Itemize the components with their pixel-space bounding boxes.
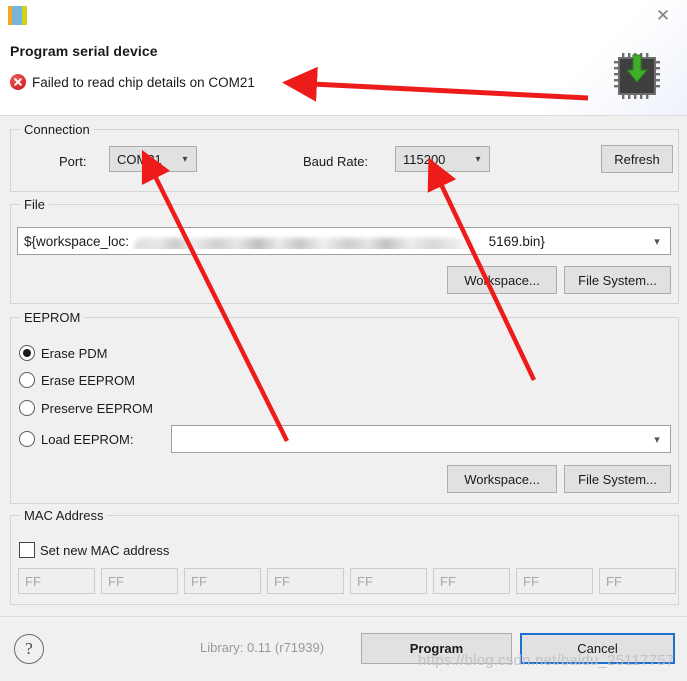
radio-preserve-eeprom[interactable] <box>19 400 35 416</box>
port-label: Port: <box>59 154 87 169</box>
eeprom-group-title: EEPROM <box>20 310 85 325</box>
load-eeprom-combo[interactable]: ▾ <box>171 425 671 453</box>
connection-group-title: Connection <box>20 122 94 137</box>
watermark-text: https://blog.csdn.net/baidu_25117757 <box>418 652 675 669</box>
file-group: File ${workspace_loc: 5169.bin} ▾ Worksp… <box>10 197 679 304</box>
mac-address-group-title: MAC Address <box>20 508 108 523</box>
file-path-combo[interactable]: ${workspace_loc: 5169.bin} ▾ <box>17 227 671 255</box>
radio-erase-pdm[interactable] <box>19 345 35 361</box>
page-title: Program serial device <box>10 43 158 59</box>
dialog-footer: ? Library: 0.11 (r71939) Program Cancel <box>0 616 687 681</box>
connection-group: Connection Port: COM21 ▾ Baud Rate: 1152… <box>10 122 679 192</box>
file-path-value: ${workspace_loc: 5169.bin} <box>18 234 644 249</box>
eeprom-option-erase-pdm[interactable]: Erase PDM <box>19 345 107 361</box>
dialog-header: ✕ Program serial device Failed to read c… <box>0 0 687 116</box>
port-value: COM21 <box>117 151 162 167</box>
status-text: Failed to read chip details on COM21 <box>32 74 255 90</box>
error-circle-icon <box>10 74 26 90</box>
redacted-path-blur <box>134 237 479 249</box>
set-new-mac-checkbox-row[interactable]: Set new MAC address <box>19 542 169 558</box>
chevron-down-icon: ▾ <box>475 153 481 165</box>
set-new-mac-label: Set new MAC address <box>40 542 170 558</box>
mac-octet-field[interactable]: FF <box>184 568 261 594</box>
eeprom-workspace-button[interactable]: Workspace... <box>447 465 557 493</box>
radio-load-eeprom[interactable] <box>19 431 35 447</box>
eeprom-option-label: Preserve EEPROM <box>41 400 153 416</box>
file-path-prefix: ${workspace_loc: <box>24 233 130 249</box>
status-message: Failed to read chip details on COM21 <box>10 74 255 90</box>
baud-rate-select[interactable]: 115200 ▾ <box>395 146 490 172</box>
eeprom-option-preserve-eeprom[interactable]: Preserve EEPROM <box>19 400 153 416</box>
radio-erase-eeprom[interactable] <box>19 372 35 388</box>
mac-octet-field[interactable]: FF <box>599 568 676 594</box>
question-mark-icon[interactable]: ? <box>14 634 44 664</box>
eeprom-option-label: Erase PDM <box>41 345 108 361</box>
baud-rate-label: Baud Rate: <box>303 154 369 169</box>
refresh-button[interactable]: Refresh <box>601 145 673 173</box>
library-version-text: Library: 0.11 (r71939) <box>200 640 325 655</box>
mac-address-group: MAC Address Set new MAC address FF FF FF… <box>10 508 679 605</box>
mac-octet-field[interactable]: FF <box>516 568 593 594</box>
eeprom-group: EEPROM Erase PDM Erase EEPROM Preserve E… <box>10 310 679 504</box>
mac-octet-field[interactable]: FF <box>101 568 178 594</box>
mac-octet-field[interactable]: FF <box>18 568 95 594</box>
chevron-down-icon: ▾ <box>182 153 188 165</box>
baud-rate-value: 115200 <box>403 151 446 167</box>
mac-octet-field[interactable]: FF <box>267 568 344 594</box>
mac-octet-field[interactable]: FF <box>433 568 510 594</box>
file-workspace-button[interactable]: Workspace... <box>447 266 557 294</box>
eeprom-option-erase-eeprom[interactable]: Erase EEPROM <box>19 372 135 388</box>
file-group-title: File <box>20 197 49 212</box>
eeprom-option-label: Erase EEPROM <box>41 372 135 388</box>
file-filesystem-button[interactable]: File System... <box>564 266 671 294</box>
close-icon[interactable]: ✕ <box>648 3 678 29</box>
mac-octet-field[interactable]: FF <box>350 568 427 594</box>
file-path-suffix: 5169.bin} <box>488 233 545 249</box>
chip-download-icon <box>614 53 660 99</box>
eeprom-option-label: Load EEPROM: <box>41 431 134 447</box>
eeprom-filesystem-button[interactable]: File System... <box>564 465 671 493</box>
set-new-mac-checkbox[interactable] <box>19 542 35 558</box>
app-stripes-logo-icon <box>8 6 27 25</box>
port-select[interactable]: COM21 ▾ <box>109 146 197 172</box>
chevron-down-icon[interactable]: ▾ <box>644 433 670 446</box>
eeprom-option-load-eeprom[interactable]: Load EEPROM: <box>19 431 134 447</box>
chevron-down-icon[interactable]: ▾ <box>644 235 670 248</box>
